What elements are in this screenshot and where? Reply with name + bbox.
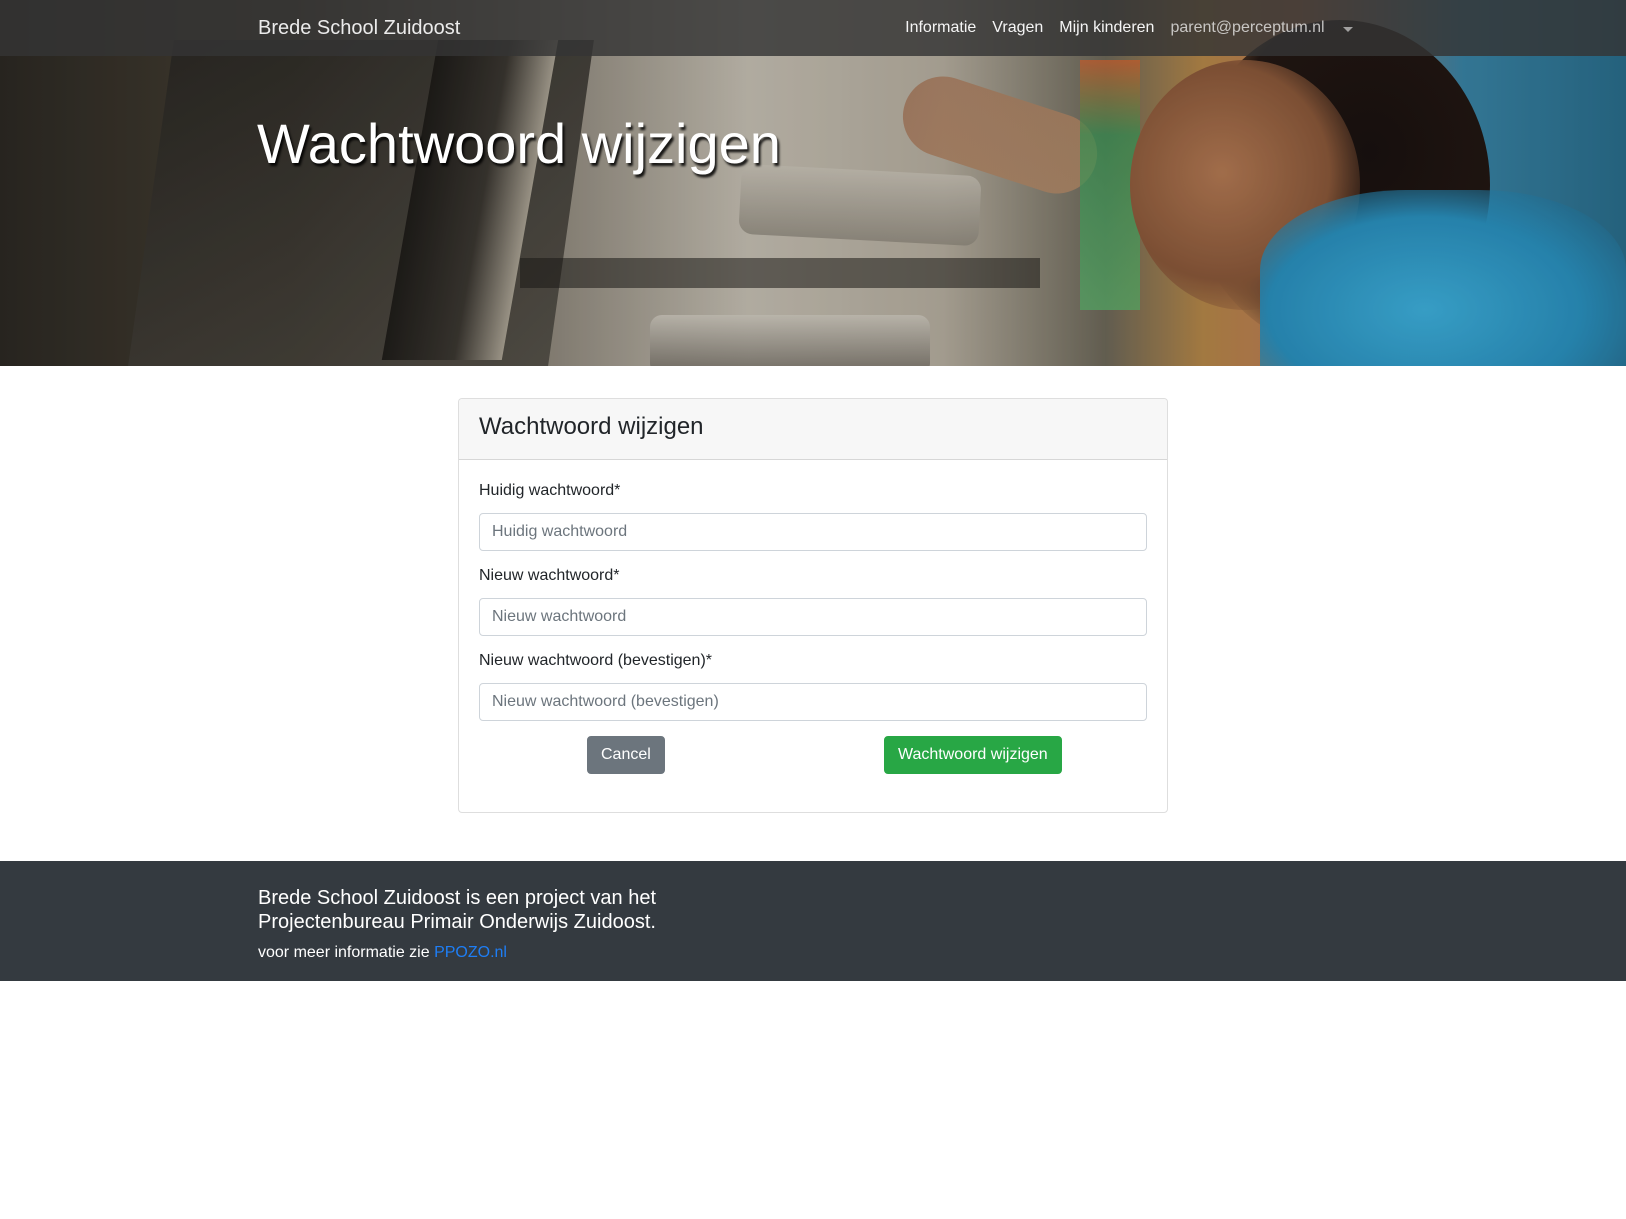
card-body: Huidig wachtwoord* Nieuw wachtwoord* Nie…	[459, 460, 1167, 774]
form-actions: Cancel Wachtwoord wijzigen	[479, 736, 1147, 774]
confirm-password-input[interactable]	[479, 683, 1147, 721]
footer: Brede School Zuidoost is een project van…	[0, 861, 1626, 981]
ppozo-link[interactable]: PPOZO.nl	[434, 944, 507, 961]
nav-link-vragen[interactable]: Vragen	[984, 16, 1051, 40]
nav-menu: Informatie Vragen Mijn kinderen parent@p…	[897, 16, 1361, 40]
user-menu-toggle[interactable]: parent@perceptum.nl	[1162, 16, 1361, 40]
brand-link[interactable]: Brede School Zuidoost	[258, 16, 460, 40]
current-password-label: Huidig wachtwoord*	[479, 482, 621, 499]
confirm-password-group: Nieuw wachtwoord (bevestigen)*	[479, 651, 1147, 721]
confirm-password-label: Nieuw wachtwoord (bevestigen)*	[479, 652, 712, 669]
cancel-button[interactable]: Cancel	[587, 736, 665, 774]
change-password-card: Wachtwoord wijzigen Huidig wachtwoord* N…	[458, 398, 1168, 813]
change-password-button[interactable]: Wachtwoord wijzigen	[884, 736, 1062, 774]
user-email: parent@perceptum.nl	[1170, 19, 1325, 36]
footer-more-prefix: voor meer informatie zie	[258, 944, 435, 961]
card-title: Wachtwoord wijzigen	[479, 413, 704, 440]
new-password-input[interactable]	[479, 598, 1147, 636]
new-password-label: Nieuw wachtwoord*	[479, 567, 620, 584]
current-password-group: Huidig wachtwoord*	[479, 481, 1147, 551]
card-header: Wachtwoord wijzigen	[459, 399, 1167, 460]
caret-down-icon	[1343, 27, 1353, 32]
nav-link-mijn-kinderen[interactable]: Mijn kinderen	[1051, 16, 1162, 40]
page-title: Wachtwoord wijzigen	[257, 112, 781, 175]
nav-link-informatie[interactable]: Informatie	[897, 16, 984, 40]
new-password-group: Nieuw wachtwoord*	[479, 566, 1147, 636]
footer-lead: Brede School Zuidoost is een project van…	[258, 887, 657, 933]
footer-more-info: voor meer informatie zie PPOZO.nl	[258, 943, 507, 963]
current-password-input[interactable]	[479, 513, 1147, 551]
navbar: Brede School Zuidoost Informatie Vragen …	[0, 0, 1626, 56]
